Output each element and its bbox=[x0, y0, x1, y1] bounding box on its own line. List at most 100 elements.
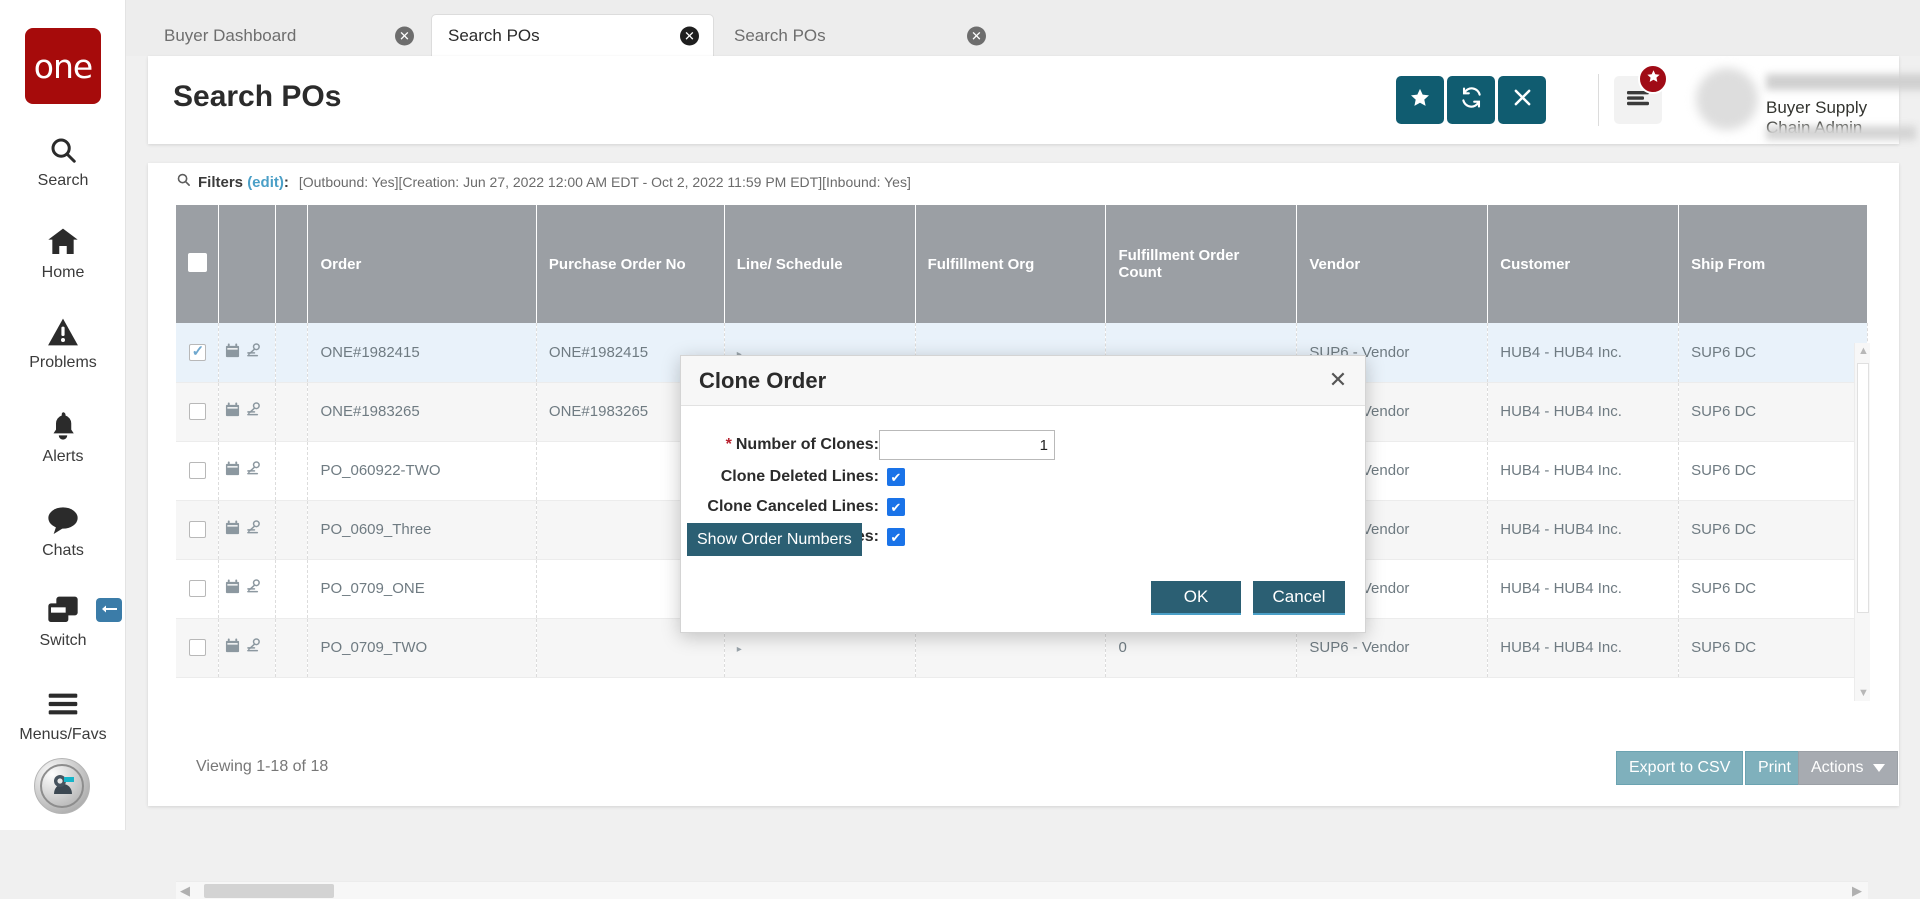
calendar-icon[interactable] bbox=[225, 520, 240, 539]
clone-closed-lines-checkbox[interactable] bbox=[887, 528, 905, 546]
map-pin-icon[interactable] bbox=[246, 520, 262, 539]
cell-order[interactable]: PO_0709_ONE bbox=[307, 559, 537, 619]
row-select-cell[interactable] bbox=[176, 559, 220, 619]
home-icon bbox=[0, 222, 126, 262]
header-fulfillment-org[interactable]: Fulfillment Org bbox=[915, 205, 1107, 323]
header-fulfillment-order-count[interactable]: Fulfillment Order Count bbox=[1105, 205, 1298, 323]
map-pin-icon[interactable] bbox=[246, 342, 262, 362]
calendar-icon[interactable] bbox=[225, 638, 240, 657]
sidebar-item-menus-favs[interactable]: Menus/Favs bbox=[0, 684, 126, 744]
cancel-button[interactable]: Cancel bbox=[1253, 581, 1345, 615]
favorites-badge[interactable] bbox=[1638, 64, 1668, 94]
cell-order[interactable]: PO_0609_Three bbox=[307, 500, 537, 560]
cell-customer: HUB4 - HUB4 Inc. bbox=[1487, 559, 1680, 619]
calendar-icon[interactable] bbox=[225, 461, 240, 480]
cell-ship-from: SUP6 DC bbox=[1678, 323, 1868, 383]
cell-order[interactable]: PO_0709_TWO bbox=[307, 618, 537, 678]
select-all-header[interactable] bbox=[176, 205, 220, 323]
vertical-scroll-thumb[interactable] bbox=[1857, 363, 1869, 613]
expand-caret-icon[interactable]: ▸ bbox=[737, 644, 742, 655]
header-vendor[interactable]: Vendor bbox=[1296, 205, 1489, 323]
x-icon bbox=[1513, 88, 1532, 112]
vertical-scrollbar[interactable]: ▲ ▼ bbox=[1854, 343, 1870, 701]
tab-label: Buyer Dashboard bbox=[164, 26, 297, 45]
clone-canceled-lines-checkbox[interactable] bbox=[887, 498, 905, 516]
sidebar-item-label: Problems bbox=[29, 354, 97, 371]
clone-canceled-lines-row: Clone Canceled Lines: bbox=[681, 498, 905, 516]
row-spacer-cell bbox=[275, 441, 309, 501]
map-pin-icon[interactable] bbox=[246, 461, 262, 480]
cell-order[interactable]: PO_060922-TWO bbox=[307, 441, 537, 501]
row-select-cell[interactable] bbox=[176, 323, 220, 383]
header-line-schedule[interactable]: Line/ Schedule bbox=[724, 205, 916, 323]
ok-button[interactable]: OK bbox=[1151, 581, 1241, 615]
close-page-button[interactable] bbox=[1498, 76, 1546, 124]
row-action-icons[interactable] bbox=[218, 618, 276, 678]
header-icons-col bbox=[218, 205, 276, 323]
sidebar-item-alerts[interactable]: Alerts bbox=[0, 406, 126, 466]
sidebar-item-chats[interactable]: Chats bbox=[0, 500, 126, 560]
calendar-icon[interactable] bbox=[225, 579, 240, 598]
scroll-left-arrow[interactable]: ◀ bbox=[180, 883, 190, 899]
favorite-button[interactable] bbox=[1396, 76, 1444, 124]
actions-button[interactable]: Actions bbox=[1798, 751, 1899, 785]
row-action-icons[interactable] bbox=[218, 382, 276, 442]
calendar-icon[interactable] bbox=[225, 402, 240, 421]
tab-search-pos-active[interactable]: Search POs ✕ bbox=[431, 14, 714, 56]
number-of-clones-input[interactable] bbox=[879, 430, 1055, 460]
row-select-cell[interactable] bbox=[176, 382, 220, 442]
cell-order[interactable]: ONE#1982415 bbox=[307, 323, 537, 383]
clone-deleted-lines-checkbox[interactable] bbox=[887, 468, 905, 486]
row-checkbox[interactable] bbox=[188, 521, 206, 539]
row-select-cell[interactable] bbox=[176, 500, 220, 560]
refresh-button[interactable] bbox=[1447, 76, 1495, 124]
row-checkbox[interactable] bbox=[188, 462, 206, 480]
robot-avatar-icon[interactable] bbox=[34, 758, 90, 814]
row-select-cell[interactable] bbox=[176, 618, 220, 678]
scroll-down-arrow[interactable]: ▼ bbox=[1858, 687, 1869, 699]
one-logo[interactable]: one bbox=[25, 28, 101, 104]
star-icon bbox=[1646, 69, 1661, 89]
filters-edit-link[interactable]: (edit) bbox=[247, 174, 284, 191]
horizontal-scrollbar[interactable]: ◀ ▶ bbox=[176, 881, 1868, 899]
tab-close-icon[interactable]: ✕ bbox=[395, 26, 414, 46]
row-action-icons[interactable] bbox=[218, 441, 276, 501]
show-order-numbers-button[interactable]: Show Order Numbers bbox=[687, 523, 862, 556]
tab-search-pos-2[interactable]: Search POs ✕ bbox=[718, 16, 1000, 56]
row-select-cell[interactable] bbox=[176, 441, 220, 501]
row-checkbox[interactable] bbox=[188, 639, 206, 657]
tab-buyer-dashboard[interactable]: Buyer Dashboard ✕ bbox=[148, 16, 428, 56]
header-customer[interactable]: Customer bbox=[1487, 205, 1680, 323]
dialog-close-icon[interactable]: ✕ bbox=[1325, 368, 1351, 394]
select-all-checkbox[interactable] bbox=[187, 252, 207, 272]
scroll-right-arrow[interactable]: ▶ bbox=[1852, 883, 1862, 899]
sidebar-item-search[interactable]: Search bbox=[0, 130, 126, 190]
tab-close-icon[interactable]: ✕ bbox=[680, 26, 699, 45]
calendar-icon[interactable] bbox=[225, 343, 240, 362]
chat-bubble-icon bbox=[0, 500, 126, 540]
cell-customer: HUB4 - HUB4 Inc. bbox=[1487, 323, 1680, 383]
cell-order[interactable]: ONE#1983265 bbox=[307, 382, 537, 442]
row-checkbox[interactable] bbox=[188, 580, 206, 598]
row-action-icons[interactable] bbox=[218, 500, 276, 560]
sidebar-item-label: Home bbox=[41, 264, 85, 281]
header-ship-from[interactable]: Ship From bbox=[1678, 205, 1868, 323]
map-pin-icon[interactable] bbox=[246, 402, 262, 421]
tab-close-icon[interactable]: ✕ bbox=[967, 26, 986, 46]
header-purchase-order-no[interactable]: Purchase Order No bbox=[536, 205, 725, 323]
sidebar-item-problems[interactable]: Problems bbox=[0, 312, 126, 372]
sidebar-item-home[interactable]: Home bbox=[0, 222, 126, 282]
header-order[interactable]: Order bbox=[307, 205, 537, 323]
row-action-icons[interactable] bbox=[218, 323, 276, 383]
scroll-up-arrow[interactable]: ▲ bbox=[1858, 345, 1869, 357]
export-to-csv-button[interactable]: Export to CSV bbox=[1616, 751, 1744, 785]
map-pin-icon[interactable] bbox=[246, 638, 262, 657]
arrows-swap-icon[interactable] bbox=[96, 598, 122, 622]
map-pin-icon[interactable] bbox=[246, 579, 262, 598]
row-action-icons[interactable] bbox=[218, 559, 276, 619]
row-checkbox[interactable] bbox=[188, 403, 206, 421]
avatar[interactable] bbox=[1696, 68, 1758, 130]
row-checkbox[interactable] bbox=[188, 342, 206, 362]
horizontal-scroll-thumb[interactable] bbox=[204, 884, 334, 898]
print-button[interactable]: Print bbox=[1745, 751, 1804, 785]
